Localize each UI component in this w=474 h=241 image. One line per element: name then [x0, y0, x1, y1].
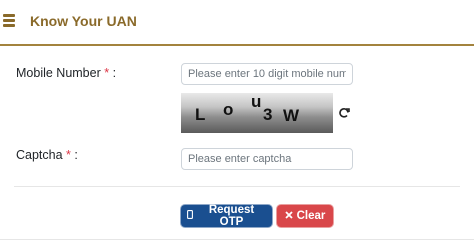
label-colon: :: [112, 66, 117, 80]
mobile-phone-icon: [187, 210, 193, 222]
request-otp-button[interactable]: Request OTP: [181, 204, 272, 228]
request-otp-label: Request OTP: [208, 204, 255, 228]
hamburger-menu-icon[interactable]: [3, 14, 15, 27]
captcha-glyph: o: [223, 100, 233, 119]
captcha-glyph: L: [195, 105, 205, 124]
label-colon: :: [74, 148, 78, 162]
captcha-input[interactable]: [181, 148, 353, 170]
header-divider: [0, 44, 474, 46]
captcha-glyph: W: [283, 106, 300, 125]
close-x-icon: [284, 210, 293, 222]
mobile-number-label: Mobile Number * :: [16, 66, 116, 80]
captcha-glyph: u: [251, 93, 261, 111]
svg-text:Lou3W: Lo u3 W: [195, 93, 300, 125]
refresh-icon[interactable]: [338, 106, 350, 118]
mobile-number-input[interactable]: [181, 63, 353, 85]
captcha-label-text: Captcha: [16, 148, 63, 162]
required-marker: *: [66, 148, 71, 162]
captcha-label: Captcha * :: [16, 148, 78, 162]
page-header: Know Your UAN: [0, 0, 474, 43]
required-marker: *: [104, 66, 110, 80]
clear-label: Clear: [296, 210, 326, 222]
bottom-divider: [0, 239, 474, 240]
captcha-text-glyphs: Lo u3 W: [195, 93, 300, 125]
captcha-glyph: 3: [263, 105, 272, 124]
captcha-image: Lo u3 W: [181, 93, 333, 133]
clear-button[interactable]: Clear: [277, 205, 333, 227]
page-title: Know Your UAN: [30, 13, 137, 29]
form-divider: [14, 186, 460, 187]
mobile-number-label-text: Mobile Number: [16, 66, 101, 80]
